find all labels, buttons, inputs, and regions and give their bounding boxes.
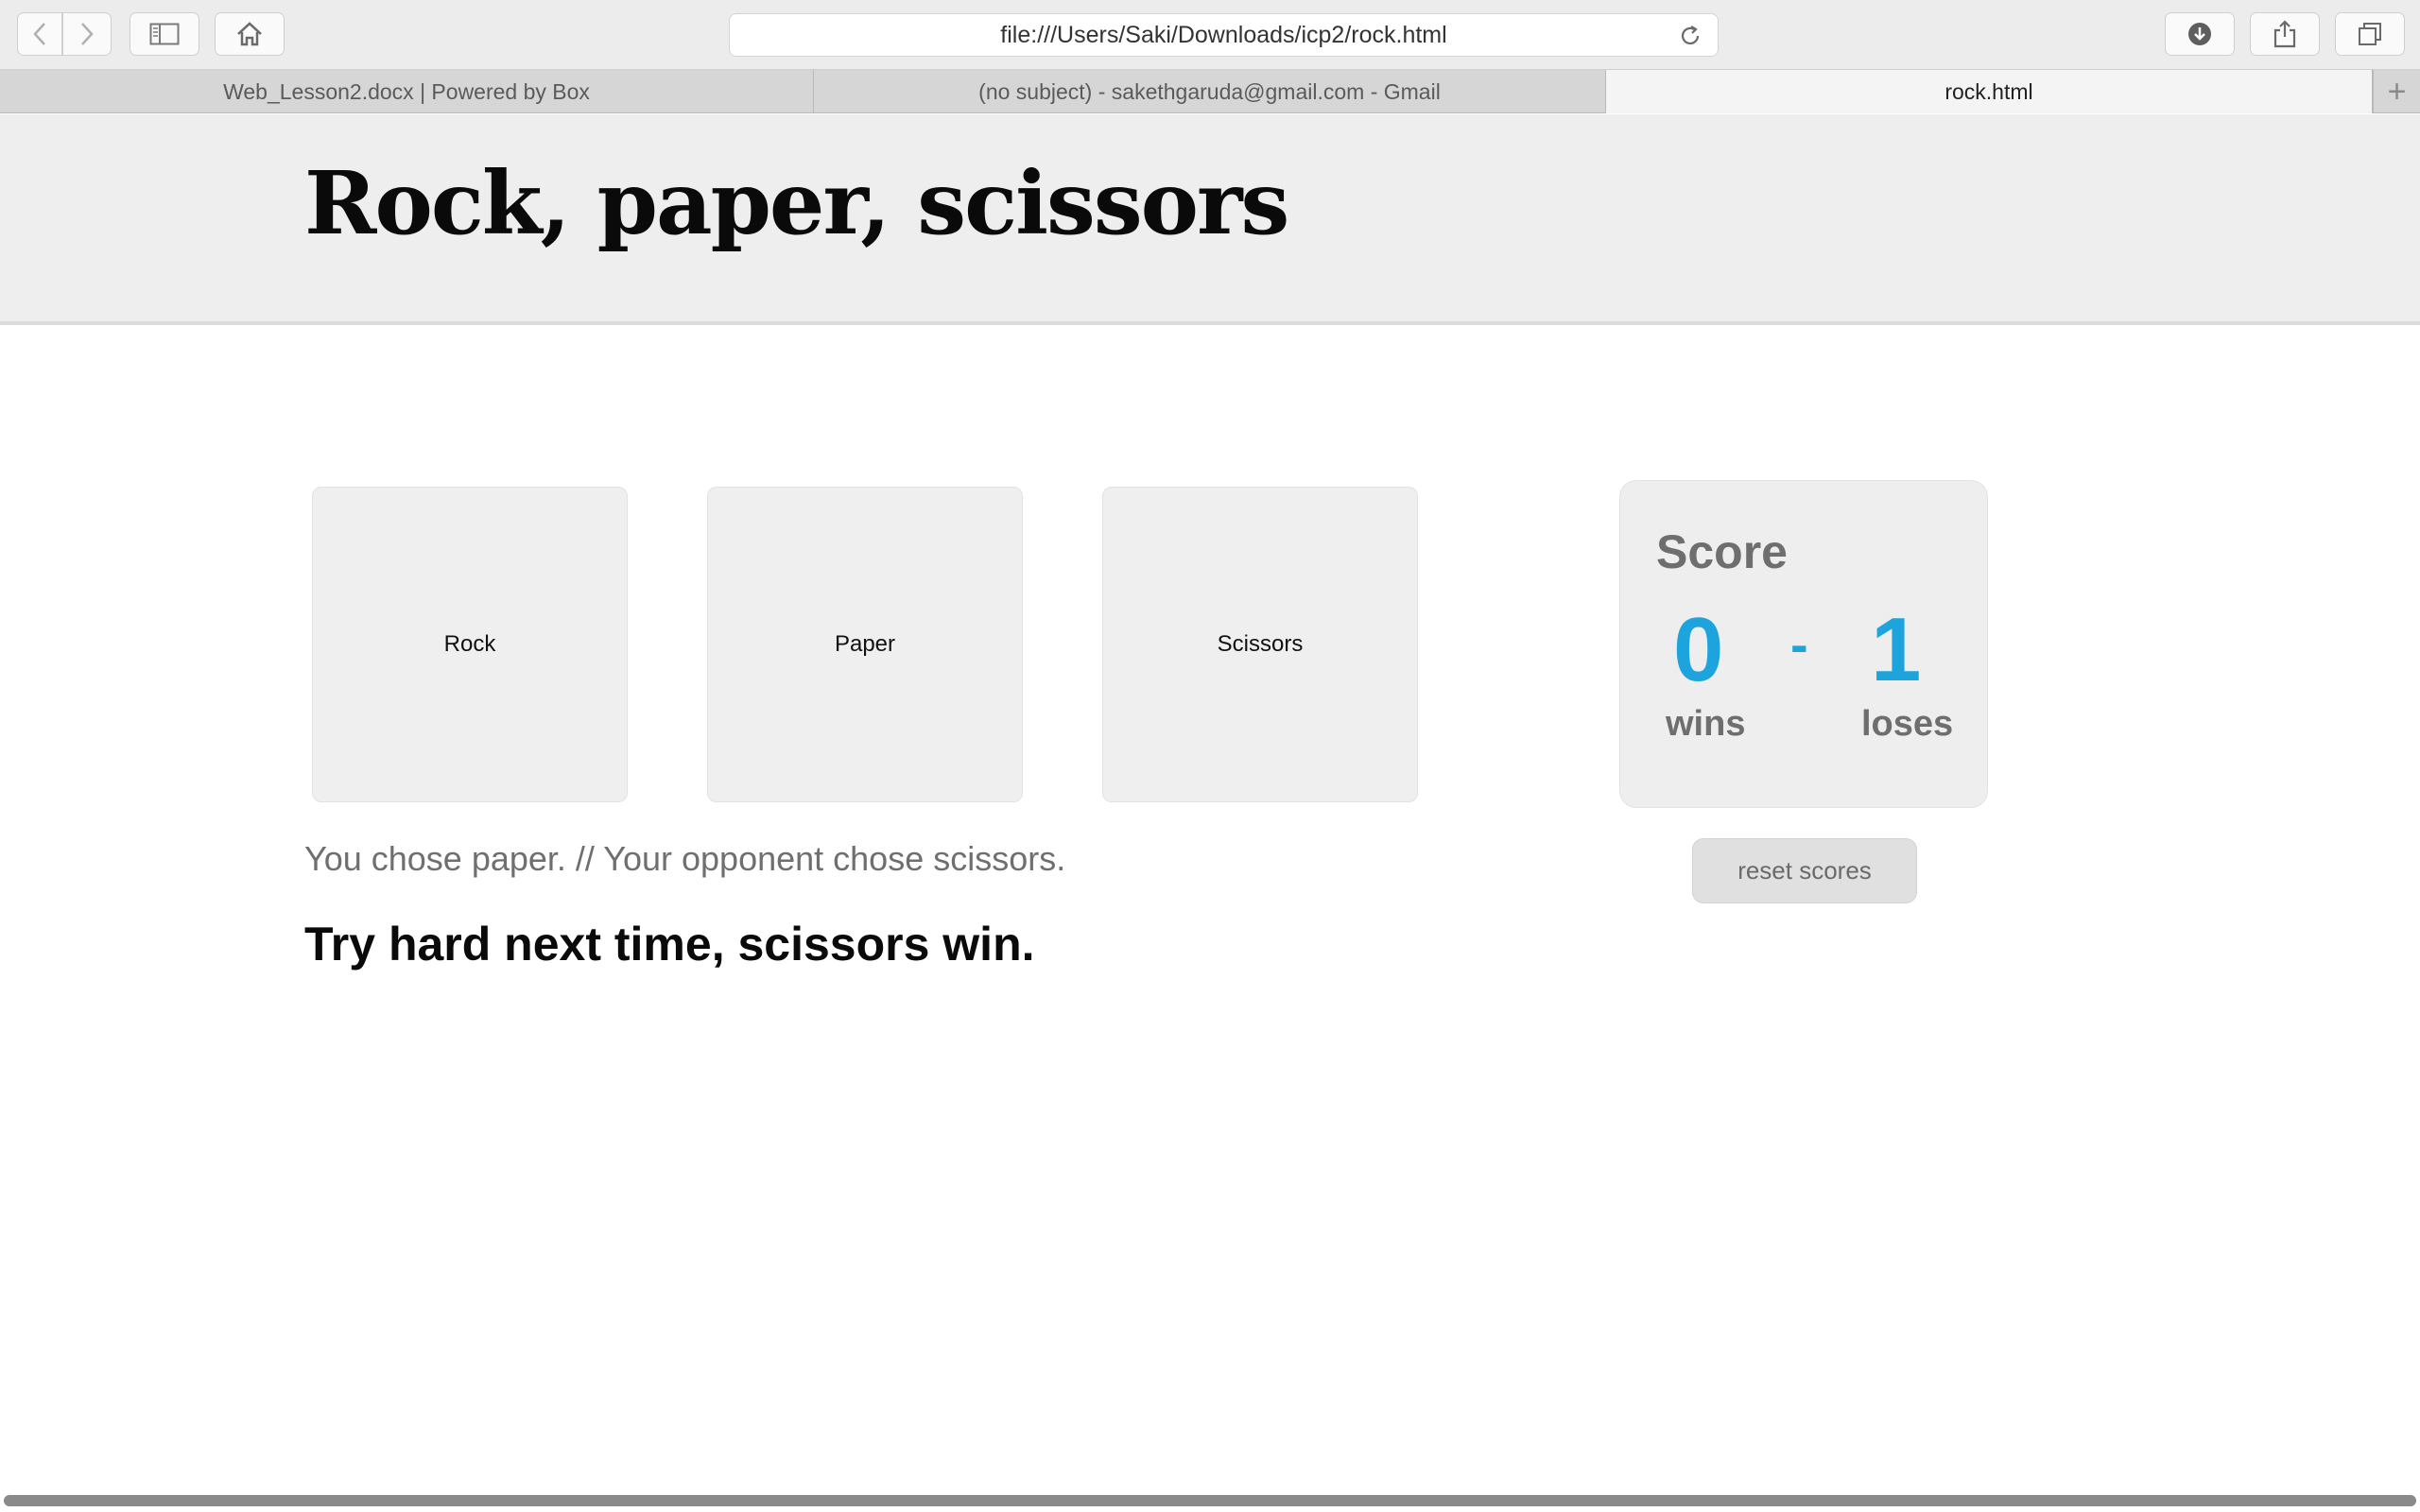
download-icon xyxy=(2187,21,2213,47)
new-tab-button[interactable]: + xyxy=(2373,70,2420,113)
loses-label: loses xyxy=(1861,704,1954,744)
wins-count: 0 xyxy=(1673,599,1724,700)
share-button[interactable] xyxy=(2250,12,2320,56)
browser-toolbar: file:///Users/Saki/Downloads/icp2/rock.h… xyxy=(0,0,2420,70)
reset-scores-label: reset scores xyxy=(1737,856,1872,885)
score-title: Score xyxy=(1656,525,1788,578)
address-bar[interactable]: file:///Users/Saki/Downloads/icp2/rock.h… xyxy=(729,13,1719,57)
tab-label: Web_Lesson2.docx | Powered by Box xyxy=(223,78,590,104)
share-icon xyxy=(2273,20,2297,48)
paper-button[interactable]: Paper xyxy=(707,487,1023,802)
reload-icon[interactable] xyxy=(1678,24,1703,55)
plus-icon: + xyxy=(2387,73,2407,110)
page-title: Rock, paper, scissors xyxy=(304,152,1289,254)
page-header: Rock, paper, scissors xyxy=(0,114,2420,325)
choice-message: You chose paper. // Your opponent chose … xyxy=(304,839,1066,878)
sidebar-icon xyxy=(149,23,180,45)
result-message: Try hard next time, scissors win. xyxy=(304,918,1035,971)
scissors-button[interactable]: Scissors xyxy=(1102,487,1418,802)
url-text: file:///Users/Saki/Downloads/icp2/rock.h… xyxy=(1000,21,1447,48)
sidebar-button[interactable] xyxy=(130,12,199,56)
tab-label: (no subject) - sakethgaruda@gmail.com - … xyxy=(978,78,1441,104)
reset-scores-button[interactable]: reset scores xyxy=(1692,838,1917,903)
tab-rock-html[interactable]: rock.html xyxy=(1606,70,2373,113)
tab-gmail[interactable]: (no subject) - sakethgaruda@gmail.com - … xyxy=(814,70,1606,113)
forward-button[interactable] xyxy=(62,12,112,56)
forward-icon xyxy=(79,22,95,46)
tabs-overview-icon xyxy=(2357,21,2383,47)
home-button[interactable] xyxy=(215,12,285,56)
score-separator: - xyxy=(1790,614,1808,674)
paper-label: Paper xyxy=(834,631,896,657)
rock-button[interactable]: Rock xyxy=(312,487,628,802)
wins-label: wins xyxy=(1666,704,1746,744)
back-button[interactable] xyxy=(17,12,62,56)
downloads-button[interactable] xyxy=(2165,12,2235,56)
tabs-overview-button[interactable] xyxy=(2335,12,2405,56)
home-icon xyxy=(235,21,264,47)
horizontal-scrollbar[interactable] xyxy=(4,1495,2416,1506)
tab-bar: Web_Lesson2.docx | Powered by Box (no su… xyxy=(0,70,2420,113)
scissors-label: Scissors xyxy=(1217,631,1304,657)
rock-label: Rock xyxy=(443,631,496,657)
score-card: Score 0 - 1 wins loses xyxy=(1619,480,1988,808)
tab-web-lesson[interactable]: Web_Lesson2.docx | Powered by Box xyxy=(0,70,814,113)
loses-count: 1 xyxy=(1871,599,1922,700)
tab-label: rock.html xyxy=(1945,78,2033,104)
back-icon xyxy=(32,22,47,46)
